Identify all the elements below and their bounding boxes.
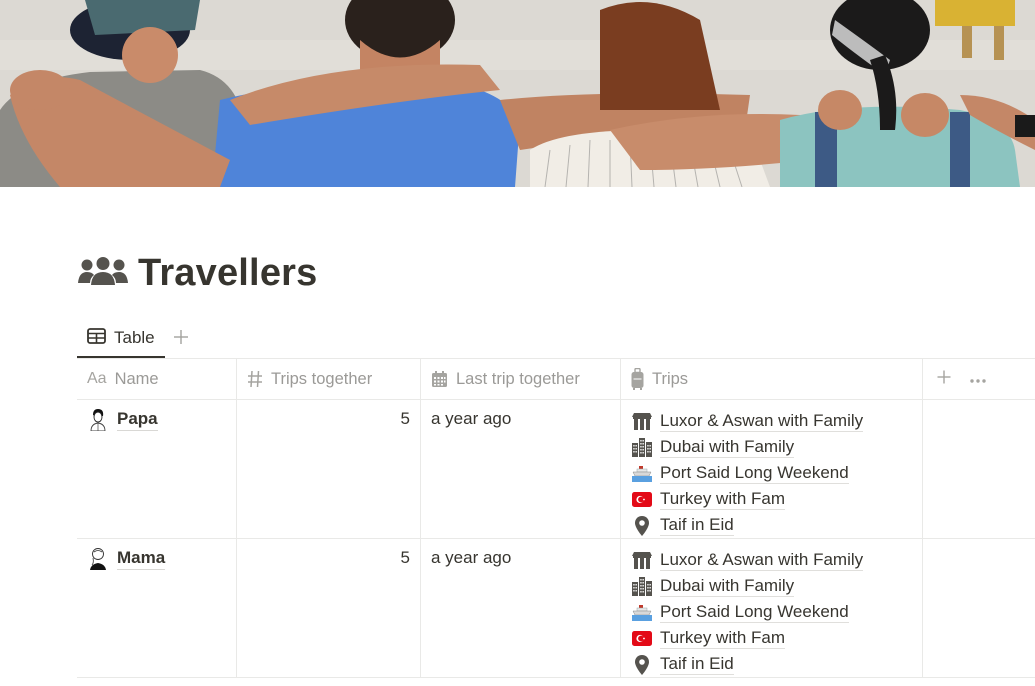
- column-header-trips-together[interactable]: Trips together: [237, 359, 421, 399]
- text-aa-icon: Aa: [87, 370, 107, 387]
- trip-label: Port Said Long Weekend: [660, 462, 849, 484]
- trip-label: Dubai with Family: [660, 436, 795, 458]
- column-header-name[interactable]: Aa Name: [77, 359, 237, 399]
- travellers-table: Aa Name Trips together Last trip togethe…: [77, 358, 1035, 678]
- people-group-icon[interactable]: [78, 253, 128, 293]
- trip-link[interactable]: Dubai with Family: [632, 573, 912, 599]
- trips-together-cell[interactable]: 5: [237, 539, 421, 677]
- page-cover-image[interactable]: [0, 0, 1035, 187]
- calendar-icon: [431, 370, 448, 388]
- column-header-trips[interactable]: Trips: [621, 359, 923, 399]
- city-buildings-icon: [632, 576, 652, 596]
- table-row[interactable]: Papa 5 a year ago Luxor & Aswan with Fam…: [77, 400, 1035, 539]
- ship-icon: [632, 463, 652, 483]
- name-cell[interactable]: Mama: [77, 539, 237, 677]
- table-header-row: Aa Name Trips together Last trip togethe…: [77, 358, 1035, 400]
- tab-label: Table: [114, 328, 155, 347]
- plus-icon: [937, 370, 951, 383]
- add-view-button[interactable]: [167, 324, 195, 352]
- column-label: Trips together: [271, 369, 373, 388]
- turkey-flag-icon: [632, 490, 652, 510]
- view-tabs: Table: [77, 318, 195, 358]
- trip-label: Port Said Long Weekend: [660, 601, 849, 623]
- trip-link[interactable]: Turkey with Fam: [632, 487, 912, 513]
- name-cell[interactable]: Papa: [77, 400, 237, 538]
- trip-link[interactable]: Port Said Long Weekend: [632, 460, 912, 486]
- last-trip-value: a year ago: [431, 548, 512, 567]
- cover-illustration: [0, 0, 1035, 187]
- more-options-button[interactable]: [969, 370, 987, 389]
- traveller-name[interactable]: Papa: [117, 408, 158, 431]
- empty-cell: [923, 539, 1035, 677]
- trip-link[interactable]: Taif in Eid: [632, 652, 912, 678]
- tab-table-view[interactable]: Table: [77, 318, 165, 358]
- page-title[interactable]: Travellers: [138, 252, 317, 295]
- trip-label: Luxor & Aswan with Family: [660, 410, 864, 432]
- add-column-button[interactable]: [937, 370, 951, 389]
- trip-label: Dubai with Family: [660, 575, 795, 597]
- ship-icon: [632, 602, 652, 622]
- city-buildings-icon: [632, 437, 652, 457]
- luggage-icon: [631, 368, 644, 390]
- map-pin-icon: [632, 515, 652, 536]
- column-header-last-trip[interactable]: Last trip together: [421, 359, 621, 399]
- column-label: Trips: [652, 369, 689, 388]
- last-trip-cell[interactable]: a year ago: [421, 539, 621, 677]
- temple-icon: [632, 550, 652, 570]
- trip-label: Taif in Eid: [660, 654, 734, 676]
- column-actions: [923, 359, 1035, 399]
- last-trip-value: a year ago: [431, 409, 512, 428]
- trip-label: Luxor & Aswan with Family: [660, 549, 864, 571]
- man-sketch-avatar: [89, 409, 107, 432]
- plus-icon: [173, 325, 189, 351]
- trip-label: Turkey with Fam: [660, 489, 786, 511]
- trips-together-cell[interactable]: 5: [237, 400, 421, 538]
- hash-icon: [247, 370, 263, 388]
- woman-sketch-avatar: [89, 548, 107, 570]
- trips-together-value: 5: [400, 409, 410, 428]
- trip-label: Taif in Eid: [660, 515, 734, 537]
- trip-label: Turkey with Fam: [660, 628, 786, 650]
- turkey-flag-icon: [632, 629, 652, 649]
- trips-relation-cell[interactable]: Luxor & Aswan with Family Dubai with Fami…: [621, 400, 923, 538]
- last-trip-cell[interactable]: a year ago: [421, 400, 621, 538]
- trip-link[interactable]: Turkey with Fam: [632, 626, 912, 652]
- trip-link[interactable]: Luxor & Aswan with Family: [632, 547, 912, 573]
- traveller-name[interactable]: Mama: [117, 547, 166, 570]
- trip-link[interactable]: Luxor & Aswan with Family: [632, 408, 912, 434]
- trips-together-value: 5: [400, 548, 410, 567]
- trip-link[interactable]: Taif in Eid: [632, 513, 912, 539]
- temple-icon: [632, 411, 652, 431]
- ellipsis-icon: [970, 378, 986, 383]
- empty-cell: [923, 400, 1035, 538]
- page-header: Travellers: [78, 248, 317, 298]
- trip-link[interactable]: Port Said Long Weekend: [632, 599, 912, 625]
- column-label: Name: [114, 369, 159, 388]
- trips-relation-cell[interactable]: Luxor & Aswan with Family Dubai with Fami…: [621, 539, 923, 677]
- column-label: Last trip together: [456, 369, 580, 388]
- map-pin-icon: [632, 654, 652, 675]
- table-icon: [87, 327, 106, 349]
- table-row[interactable]: Mama 5 a year ago Luxor & Aswan with Fam…: [77, 539, 1035, 678]
- trip-link[interactable]: Dubai with Family: [632, 434, 912, 460]
